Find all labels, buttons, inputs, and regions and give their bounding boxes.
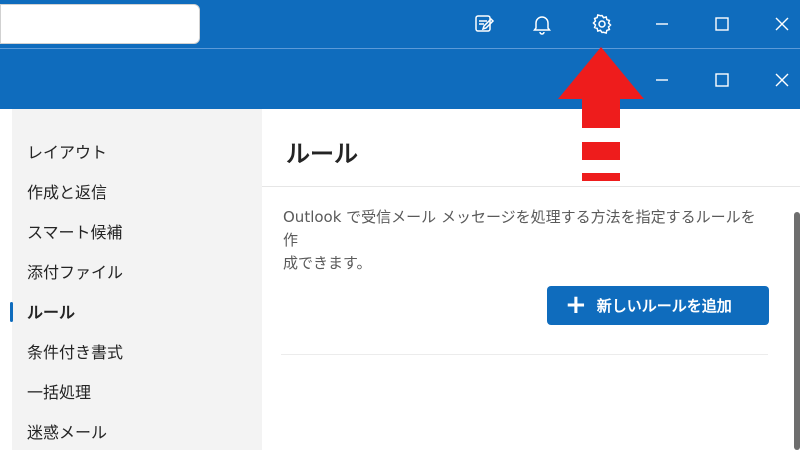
sidebar-item-conditional-formatting[interactable]: 条件付き書式 [27, 343, 123, 363]
active-item-indicator [10, 302, 13, 322]
rules-description-line1: Outlook で受信メール メッセージを処理する方法を指定するルールを作 [283, 208, 756, 249]
search-input[interactable] [0, 4, 200, 44]
scrollbar[interactable] [794, 212, 800, 450]
settings-maximize-icon[interactable] [708, 66, 736, 94]
compose-icon[interactable] [470, 10, 498, 38]
sidebar-edge [0, 109, 12, 450]
rules-description-line2: 成できます。 [283, 254, 372, 272]
close-icon[interactable] [768, 10, 796, 38]
minimize-icon[interactable] [648, 10, 676, 38]
bell-icon[interactable] [528, 10, 556, 38]
settings-minimize-icon[interactable] [648, 66, 676, 94]
sidebar-item-attachments[interactable]: 添付ファイル [27, 263, 123, 283]
sidebar-item-smart-suggestions[interactable]: スマート候補 [27, 223, 123, 243]
settings-close-icon[interactable] [768, 66, 796, 94]
content-divider [281, 354, 768, 355]
sidebar-item-bulk-actions[interactable]: 一括処理 [27, 383, 91, 403]
add-rule-label: 新しいルールを追加 [596, 297, 732, 315]
add-rule-button[interactable]: + 新しいルールを追加 [547, 286, 769, 325]
sidebar-item-layout[interactable]: レイアウト [27, 143, 107, 163]
sidebar-item-compose-reply[interactable]: 作成と返信 [27, 183, 107, 203]
plus-icon: + [565, 289, 587, 320]
page-title: ルール [286, 140, 358, 168]
maximize-icon[interactable] [708, 10, 736, 38]
title-divider [262, 186, 800, 187]
settings-header-bar [0, 49, 800, 109]
gear-icon[interactable] [588, 10, 616, 38]
sidebar-item-rules[interactable]: ルール [27, 303, 75, 323]
rules-description: Outlook で受信メール メッセージを処理する方法を指定するルールを作 成で… [283, 206, 768, 275]
sidebar-item-junk-email[interactable]: 迷惑メール [27, 423, 107, 443]
